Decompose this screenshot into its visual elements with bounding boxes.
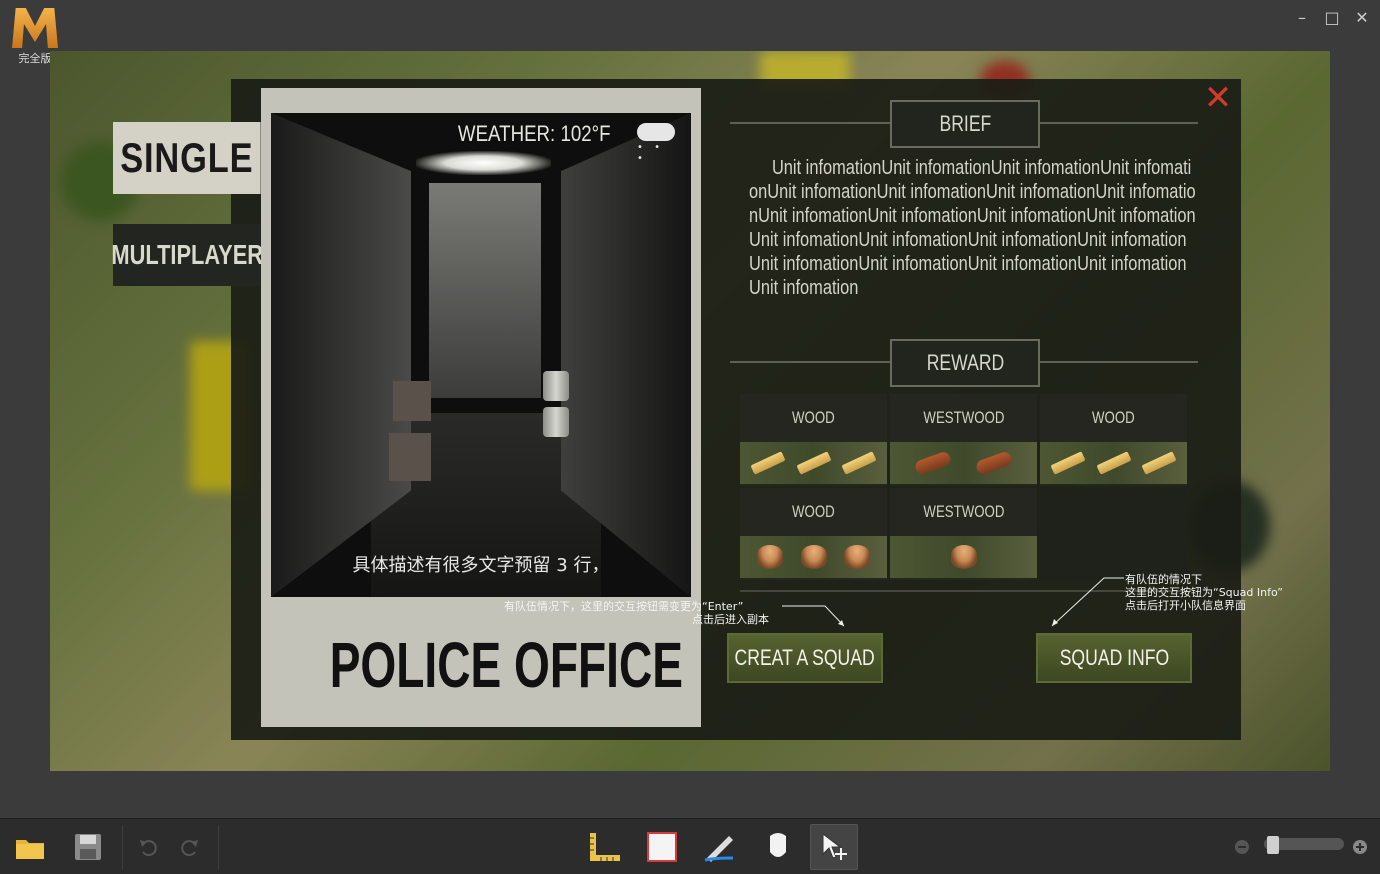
- plank-icon: [1141, 451, 1177, 475]
- brief-header: BRIEF: [890, 100, 1040, 148]
- plank-icon: [1050, 451, 1086, 475]
- annotation-arrow-right: [1051, 577, 1124, 627]
- undo-icon[interactable]: [130, 829, 166, 865]
- ceiling-lamp-shape: [416, 151, 551, 175]
- weather-label: WEATHER:: [458, 121, 556, 146]
- zoom-in-icon[interactable]: [1350, 829, 1370, 865]
- divider: [730, 361, 890, 363]
- pen-icon[interactable]: [702, 829, 738, 865]
- annotation-line: 有队伍情况下，这里的交互按钮需变更为“Enter”: [504, 600, 744, 613]
- divider: [730, 122, 890, 124]
- window-controls: – □ ✕: [1294, 8, 1370, 27]
- plank-icon: [1095, 451, 1132, 475]
- annotation-line: 点击后打开小队信息界面: [1125, 599, 1246, 612]
- reward-item-label: WOOD: [1092, 408, 1135, 427]
- reward-item-label: WESTWOOD: [922, 502, 1005, 521]
- reward-item-label: WOOD: [792, 408, 835, 427]
- save-icon[interactable]: [70, 829, 106, 865]
- folder-icon[interactable]: [12, 829, 48, 865]
- annotation-line: 有队伍的情况下: [1125, 573, 1202, 586]
- toolbar-separator: [122, 825, 123, 869]
- squad-info-label: SQUAD INFO: [1059, 645, 1169, 670]
- crate-shape: [393, 381, 431, 421]
- zoom-out-icon[interactable]: [1232, 829, 1252, 865]
- zoom-slider-handle[interactable]: [1267, 836, 1279, 854]
- mission-description: 具体描述有很多文字预留 3 行，: [352, 555, 610, 576]
- reward-grid: WOOD WESTWOOD WOOD WOOD WESTWOOD: [740, 394, 1188, 580]
- ruler-icon[interactable]: [586, 829, 622, 865]
- log-icon: [974, 450, 1014, 476]
- dialog-close-button[interactable]: ✕: [1203, 81, 1233, 115]
- annotation-arrow-left: [782, 605, 845, 627]
- minimize-button[interactable]: –: [1294, 8, 1310, 27]
- window-close-button[interactable]: ✕: [1354, 8, 1370, 27]
- mission-title-text: POLICE OFFICE: [329, 629, 683, 701]
- logo-m-icon: [12, 8, 58, 48]
- toolbar-separator: [218, 825, 219, 869]
- reward-item[interactable]: WOOD: [740, 488, 887, 580]
- annotation-line: 点击后进入副本: [692, 613, 769, 626]
- brief-header-text: BRIEF: [939, 111, 991, 136]
- annotation-line: 这里的交互按钮为“Squad Info”: [1125, 586, 1283, 599]
- reward-item-label: WOOD: [792, 502, 835, 521]
- rectangle-icon[interactable]: [644, 829, 680, 865]
- brief-text: Unit infomationUnit infomationUnit infom…: [749, 156, 1196, 300]
- divider: [1038, 122, 1198, 124]
- divider: [1038, 361, 1198, 363]
- door-shape: [429, 183, 541, 398]
- brief-paragraph: Unit infomationUnit infomationUnit infom…: [749, 157, 1196, 299]
- tab-multiplayer[interactable]: MULTIPLAYER: [111, 224, 263, 286]
- annotation-note-right: 有队伍的情况下 这里的交互按钮为“Squad Info” 点击后打开小队信息界面: [1125, 573, 1283, 612]
- stump-icon: [800, 545, 827, 569]
- annotation-note-left: 有队伍情况下，这里的交互按钮需变更为“Enter” 点击后进入副本: [504, 600, 769, 626]
- crate-shape: [389, 433, 431, 481]
- stump-icon: [757, 545, 784, 569]
- log-icon: [913, 450, 953, 476]
- reward-item[interactable]: WOOD: [740, 394, 887, 486]
- reward-item[interactable]: WOOD: [1040, 394, 1187, 486]
- stump-icon: [950, 545, 977, 569]
- plank-icon: [795, 451, 832, 475]
- barrel-shape: [543, 407, 569, 437]
- weather-temp: 102°F: [560, 121, 611, 146]
- marker-icon[interactable]: [760, 829, 796, 865]
- reward-item[interactable]: WESTWOOD: [890, 488, 1037, 580]
- move-icon[interactable]: [810, 824, 858, 870]
- bottom-toolbar: [0, 818, 1380, 874]
- reward-header-text: REWARD: [926, 350, 1004, 375]
- weather-readout: WEATHER: 102°F: [458, 121, 611, 147]
- maximize-button[interactable]: □: [1324, 8, 1340, 27]
- rain-cloud-icon: • • •: [637, 123, 675, 164]
- mission-title: POLICE OFFICE: [261, 628, 701, 702]
- redo-icon[interactable]: [172, 829, 208, 865]
- tab-multiplayer-label: MULTIPLAYER: [111, 239, 263, 270]
- barrel-shape: [543, 371, 569, 401]
- reward-item-label: WESTWOOD: [922, 408, 1005, 427]
- creat-squad-button[interactable]: CREAT A SQUAD: [727, 633, 883, 683]
- stump-icon: [843, 545, 870, 569]
- reward-item[interactable]: WESTWOOD: [890, 394, 1037, 486]
- reward-empty-slot: [1040, 488, 1187, 580]
- squad-info-button[interactable]: SQUAD INFO: [1036, 633, 1192, 683]
- creat-squad-label: CREAT A SQUAD: [734, 645, 876, 670]
- reward-header: REWARD: [890, 339, 1040, 387]
- plank-icon: [750, 451, 786, 475]
- tab-single-label: SINGLE: [120, 134, 254, 181]
- tab-single[interactable]: SINGLE: [113, 122, 261, 194]
- mission-image: WEATHER: 102°F • • • 具体描述有很多文字预留 3 行，: [271, 113, 691, 597]
- plank-icon: [841, 451, 877, 475]
- mission-card: WEATHER: 102°F • • • 具体描述有很多文字预留 3 行， PO…: [261, 88, 701, 727]
